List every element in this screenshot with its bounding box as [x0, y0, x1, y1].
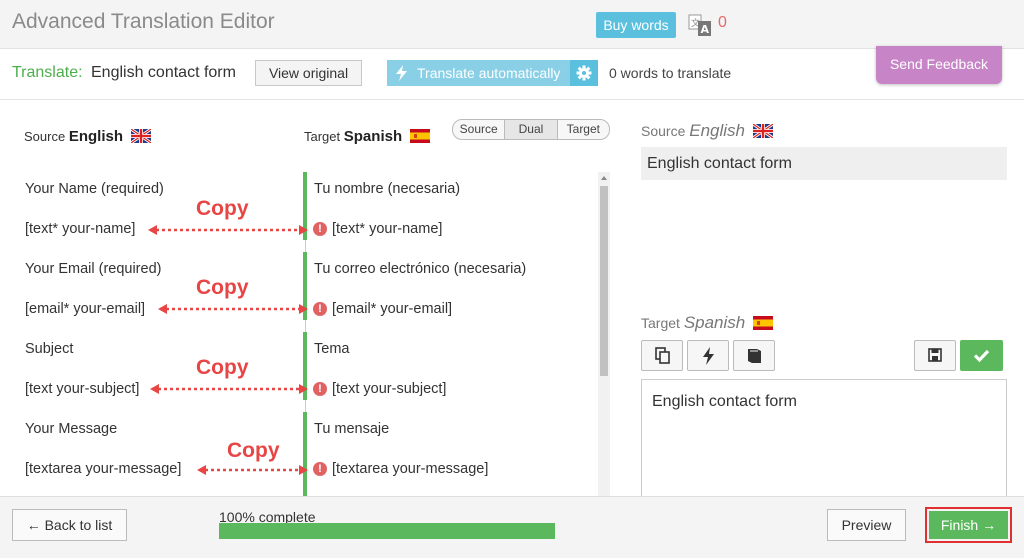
error-icon: ! [313, 302, 327, 316]
copy-arrow [158, 304, 308, 314]
target-segment[interactable]: ! [text your-subject] [313, 381, 447, 397]
error-icon: ! [313, 462, 327, 476]
detail-source-header: Source English [641, 121, 773, 141]
target-segment[interactable]: ! [email* your-email] [313, 301, 453, 317]
detail-source-language: English [689, 121, 746, 140]
source-segment[interactable]: Subject [25, 341, 73, 357]
target-segment[interactable]: ! [textarea your-message] [313, 461, 489, 477]
target-segment[interactable]: ! [text* your-name] [313, 221, 443, 237]
machine-translate-button[interactable] [687, 340, 729, 371]
source-segment[interactable]: Your Email (required) [25, 261, 161, 277]
source-segment[interactable]: [text your-subject] [25, 381, 139, 397]
save-icon [928, 348, 942, 362]
progress-fill [219, 523, 555, 539]
complete-segment-button[interactable] [960, 340, 1003, 371]
copy-annotation: Copy [196, 356, 249, 379]
source-language: English [68, 128, 123, 145]
translation-settings-button[interactable] [570, 60, 598, 86]
copy-source-button[interactable] [641, 340, 683, 371]
source-segment[interactable]: [text* your-name] [25, 221, 135, 237]
error-icon: ! [313, 222, 327, 236]
uk-flag-icon [130, 129, 151, 143]
finish-button[interactable]: Finish → [929, 511, 1008, 539]
source-segment[interactable]: Your Name (required) [25, 181, 164, 197]
copy-annotation: Copy [227, 439, 280, 462]
detail-target-label: Target [641, 315, 680, 331]
editor-footer: ← Back to list 100% complete Preview Fin… [0, 496, 1024, 558]
source-label: Source [24, 129, 66, 144]
preview-button[interactable]: Preview [827, 509, 906, 541]
save-segment-button[interactable] [914, 340, 956, 371]
scroll-up-arrow-icon[interactable] [600, 174, 608, 182]
spain-flag-icon [753, 316, 774, 330]
translation-grid: Source English Target Spanish Source Dua… [0, 100, 620, 496]
translate-icon: 文 A [688, 14, 711, 36]
back-to-list-button[interactable]: ← Back to list [12, 509, 127, 541]
copy-arrow [150, 384, 308, 394]
check-icon [973, 349, 990, 363]
uk-flag-icon [752, 124, 773, 138]
view-mode-dual[interactable]: Dual [505, 120, 558, 139]
svg-text:A: A [701, 23, 710, 36]
source-language-header: Source English [24, 128, 151, 145]
target-segment[interactable]: Tu correo electrónico (necesaria) [314, 261, 526, 277]
detail-source-text: English contact form [641, 147, 1007, 180]
copy-arrow [148, 225, 308, 235]
segment-divider [305, 240, 306, 252]
error-icon: ! [313, 382, 327, 396]
editor-toolbar: Translate: English contact form View ori… [0, 48, 1024, 100]
copy-annotation: Copy [196, 276, 249, 299]
scrollbar-thumb[interactable] [600, 186, 608, 376]
target-language-header: Target Spanish [304, 128, 430, 145]
target-segment[interactable]: Tu nombre (necesaria) [314, 181, 460, 197]
translate-automatically-label: Translate automatically [417, 65, 561, 81]
view-mode-target[interactable]: Target [558, 120, 609, 139]
document-name: English contact form [91, 64, 236, 81]
source-segment[interactable]: [textarea your-message] [25, 461, 181, 477]
target-segment-text: [text your-subject] [332, 381, 447, 397]
translate-automatically-button[interactable]: Translate automatically [387, 60, 570, 86]
target-segment-text: [text* your-name] [332, 221, 443, 237]
copy-arrow [197, 465, 308, 475]
detail-source-label: Source [641, 123, 686, 139]
detail-target-header: Target Spanish [641, 313, 774, 333]
book-icon [748, 349, 761, 363]
glossary-button[interactable] [733, 340, 775, 371]
copy-icon [655, 347, 670, 364]
source-segment[interactable]: [email* your-email] [25, 301, 145, 317]
source-segment[interactable]: Your Message [25, 421, 117, 437]
bolt-icon [396, 65, 407, 81]
send-feedback-button[interactable]: Send Feedback [876, 46, 1002, 84]
segment-status-bar [303, 412, 307, 496]
finish-highlight: Finish → [925, 507, 1012, 543]
bolt-icon [703, 347, 714, 365]
target-segment-text: [email* your-email] [332, 301, 453, 317]
copy-annotation: Copy [196, 197, 249, 220]
gear-icon [576, 65, 592, 81]
words-balance-count: 0 [718, 14, 727, 31]
target-label: Target [304, 129, 341, 144]
segment-divider [305, 400, 306, 412]
detail-target-language: Spanish [683, 313, 746, 332]
target-segment-text: [textarea your-message] [332, 461, 489, 477]
view-mode-source[interactable]: Source [453, 120, 506, 139]
view-original-button[interactable]: View original [255, 60, 362, 86]
target-segment[interactable]: Tema [314, 341, 349, 357]
app-header: Advanced Translation Editor Buy words 文 … [0, 0, 1024, 48]
words-to-translate-count: 0 words to translate [609, 65, 732, 81]
segment-divider [305, 320, 306, 332]
buy-words-button[interactable]: Buy words [596, 12, 676, 38]
spain-flag-icon [409, 129, 430, 143]
target-text-editor[interactable]: English contact form [641, 379, 1007, 499]
progress-bar [219, 523, 555, 539]
segment-detail-panel: Source English English contact form Targ… [628, 100, 1024, 499]
translate-label: Translate: [12, 64, 83, 81]
target-language: Spanish [343, 128, 403, 145]
view-mode-toggle: Source Dual Target [452, 119, 610, 140]
target-segment[interactable]: Tu mensaje [314, 421, 389, 437]
app-title: Advanced Translation Editor [12, 10, 275, 33]
